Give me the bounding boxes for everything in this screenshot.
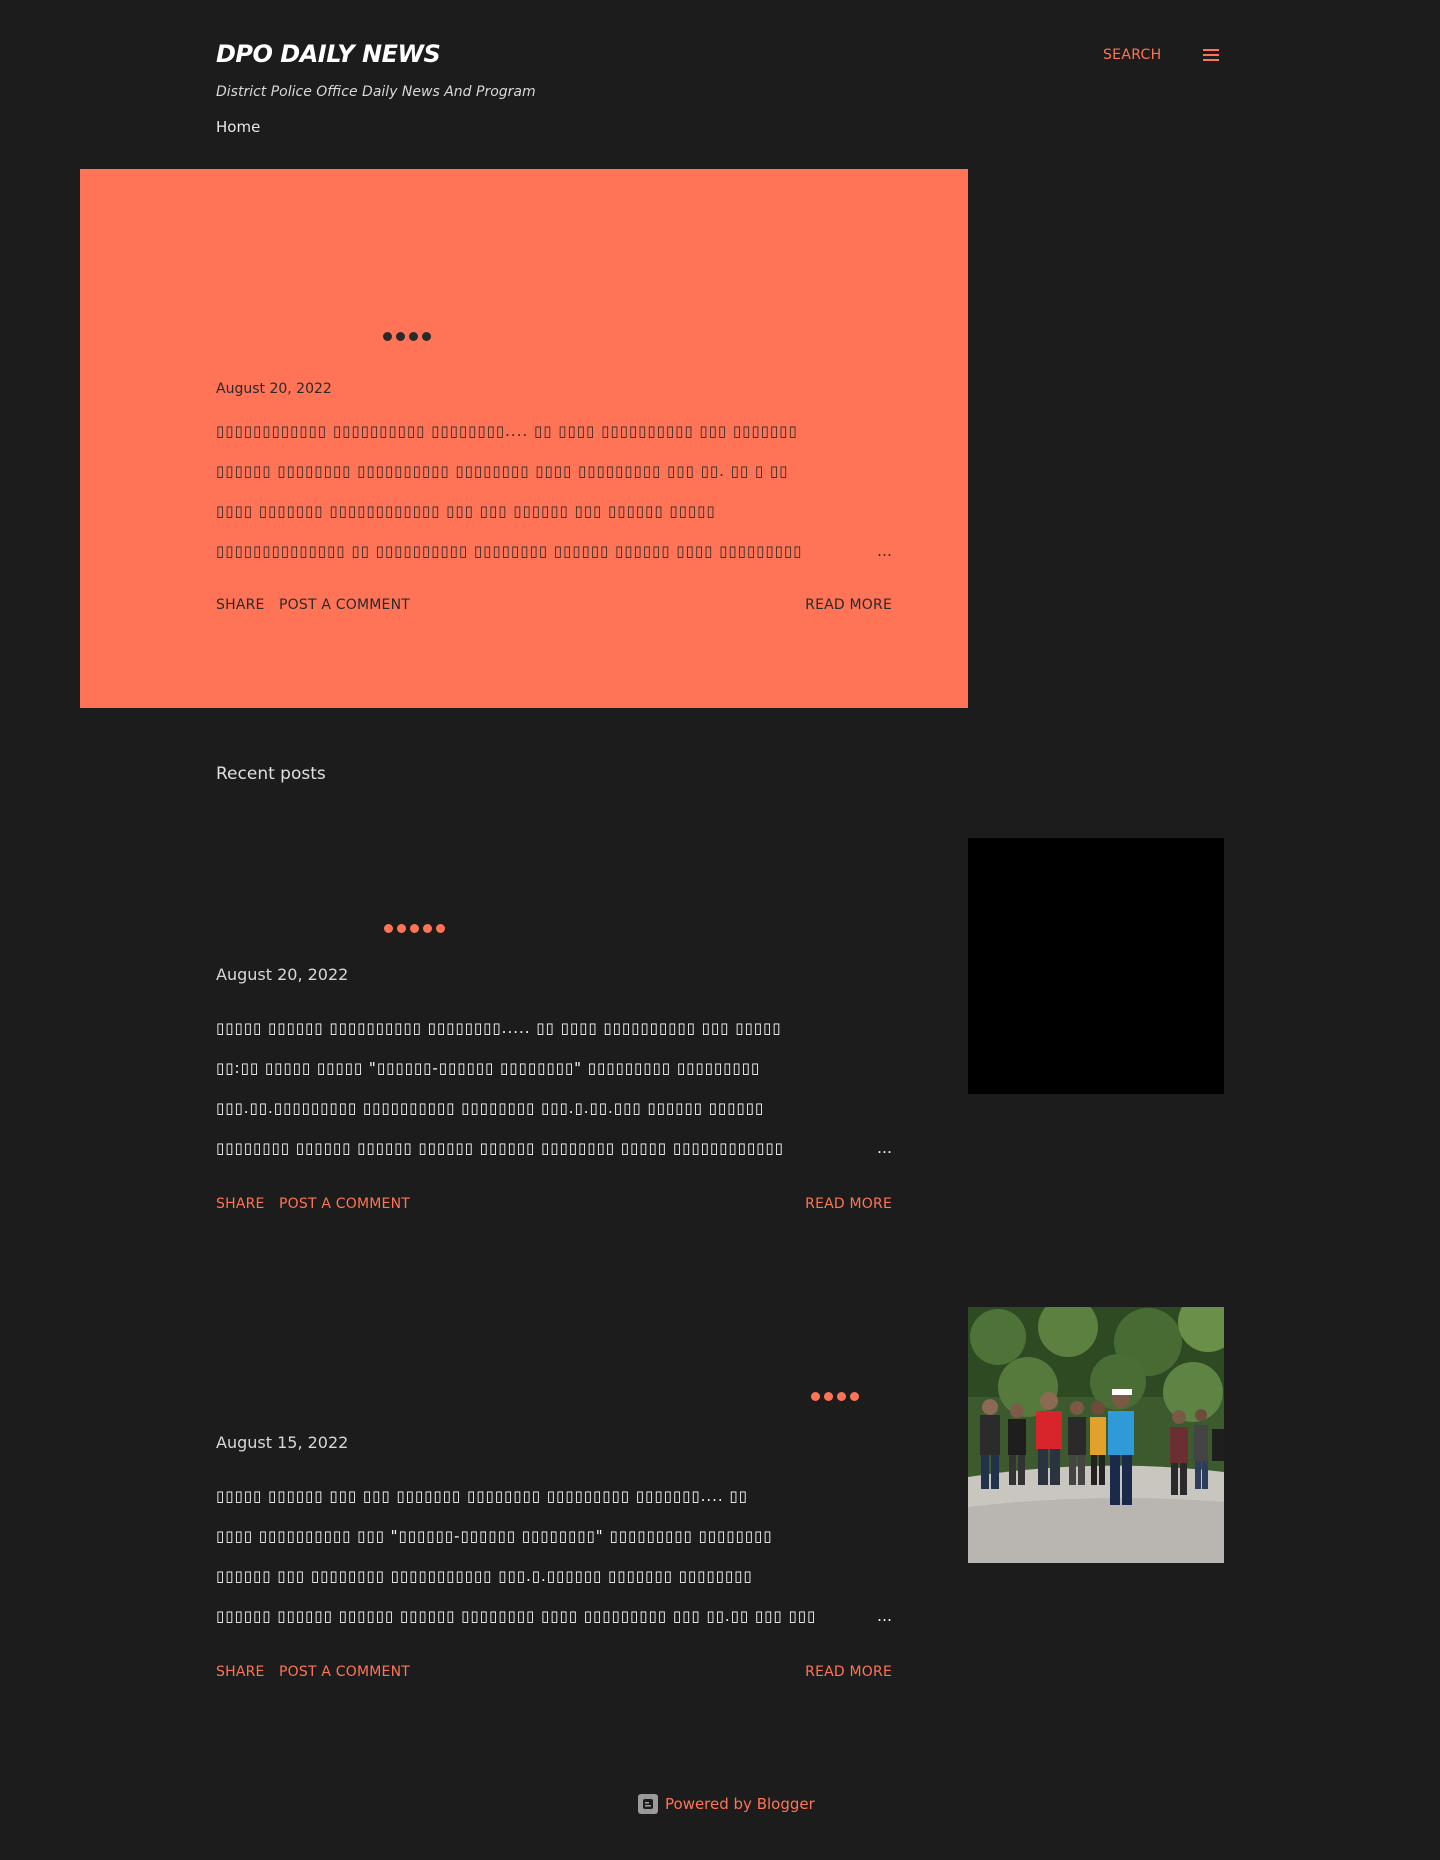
featured-post: August 20, 2022 ▯▯▯▯▯▯▯▯▯▯▯▯ ▯▯▯▯▯▯▯▯▯▯ … <box>80 169 968 708</box>
snippet-line: ▯▯▯▯ ▯▯▯▯▯▯▯ ▯▯▯▯▯▯▯▯▯▯▯▯ ▯▯▯ ▯▯▯ ▯▯▯▯▯▯… <box>216 502 716 520</box>
post-date[interactable]: August 20, 2022 <box>216 965 348 984</box>
post-title-placeholder[interactable] <box>811 1392 859 1401</box>
post-date[interactable]: August 20, 2022 <box>216 381 332 397</box>
snippet-line: ▯▯▯.▯▯.▯▯▯▯▯▯▯▯▯ ▯▯▯▯▯▯▯▯▯▯ ▯▯▯▯▯▯▯▯ ▯▯▯… <box>216 1099 765 1117</box>
snippet-line: ▯▯▯▯▯ ▯▯▯▯▯▯ ▯▯▯▯▯▯▯▯▯▯ ▯▯▯▯▯▯▯▯..... ▯▯… <box>216 1019 782 1037</box>
post-snippet: ▯▯▯▯▯ ▯▯▯▯▯▯ ▯▯▯ ▯▯▯ ▯▯▯▯▯▯▯ ▯▯▯▯▯▯▯▯ ▯▯… <box>216 1476 892 1636</box>
post-actions: SHARE POST A COMMENT READ MORE <box>216 597 892 617</box>
blogger-icon <box>638 1794 658 1814</box>
snippet-ellipsis: … <box>877 1139 892 1157</box>
powered-by-blogger-link[interactable]: Powered by Blogger <box>638 1794 815 1814</box>
post-comment-link[interactable]: POST A COMMENT <box>279 597 410 613</box>
post-title-placeholder[interactable] <box>384 924 445 933</box>
post-thumbnail[interactable] <box>968 1307 1224 1563</box>
read-more-link[interactable]: READ MORE <box>805 597 892 613</box>
post-actions: SHARE POST A COMMENT READ MORE <box>216 1196 892 1216</box>
share-button[interactable]: SHARE <box>216 1664 265 1680</box>
nav-home-link[interactable]: Home <box>216 118 260 136</box>
snippet-ellipsis: … <box>877 1607 892 1625</box>
hamburger-menu-icon[interactable] <box>1203 49 1219 62</box>
post-snippet: ▯▯▯▯▯▯▯▯▯▯▯▯ ▯▯▯▯▯▯▯▯▯▯ ▯▯▯▯▯▯▯▯.... ▯▯ … <box>216 411 892 571</box>
post-snippet: ▯▯▯▯▯ ▯▯▯▯▯▯ ▯▯▯▯▯▯▯▯▯▯ ▯▯▯▯▯▯▯▯..... ▯▯… <box>216 1008 892 1168</box>
post-date[interactable]: August 15, 2022 <box>216 1433 348 1452</box>
post-title-placeholder[interactable] <box>383 332 431 341</box>
traffic-police-photo <box>968 1307 1224 1563</box>
site-description: District Police Office Daily News And Pr… <box>216 84 536 100</box>
share-button[interactable]: SHARE <box>216 1196 265 1212</box>
post-comment-link[interactable]: POST A COMMENT <box>279 1664 410 1680</box>
post-actions: SHARE POST A COMMENT READ MORE <box>216 1664 892 1684</box>
snippet-line: ▯▯:▯▯ ▯▯▯▯▯ ▯▯▯▯▯ "▯▯▯▯▯▯-▯▯▯▯▯▯ ▯▯▯▯▯▯▯… <box>216 1059 761 1077</box>
snippet-line: ▯▯▯▯▯▯ ▯▯▯▯▯▯ ▯▯▯▯▯▯ ▯▯▯▯▯▯ ▯▯▯▯▯▯▯▯ ▯▯▯… <box>216 1607 817 1625</box>
snippet-line: ▯▯▯▯▯ ▯▯▯▯▯▯ ▯▯▯ ▯▯▯ ▯▯▯▯▯▯▯ ▯▯▯▯▯▯▯▯ ▯▯… <box>216 1487 748 1505</box>
snippet-line: ▯▯▯▯▯▯▯▯▯▯▯▯ ▯▯▯▯▯▯▯▯▯▯ ▯▯▯▯▯▯▯▯.... ▯▯ … <box>216 422 798 440</box>
snippet-line: ▯▯▯▯▯▯▯▯ ▯▯▯▯▯▯ ▯▯▯▯▯▯ ▯▯▯▯▯▯ ▯▯▯▯▯▯ ▯▯▯… <box>216 1139 784 1157</box>
recent-posts-heading: Recent posts <box>216 764 326 784</box>
site-title[interactable]: DPO DAILY NEWS <box>216 40 441 68</box>
post-comment-link[interactable]: POST A COMMENT <box>279 1196 410 1212</box>
read-more-link[interactable]: READ MORE <box>805 1664 892 1680</box>
share-button[interactable]: SHARE <box>216 597 265 613</box>
snippet-ellipsis: … <box>877 542 892 560</box>
snippet-line: ▯▯▯▯▯▯ ▯▯▯▯▯▯▯▯ ▯▯▯▯▯▯▯▯▯▯ ▯▯▯▯▯▯▯▯ ▯▯▯▯… <box>216 462 789 480</box>
footer-label: Powered by Blogger <box>665 1795 815 1813</box>
snippet-line: ▯▯▯▯▯▯▯▯▯▯▯▯▯▯ ▯▯ ▯▯▯▯▯▯▯▯▯▯ ▯▯▯▯▯▯▯▯ ▯▯… <box>216 542 803 560</box>
snippet-line: ▯▯▯▯ ▯▯▯▯▯▯▯▯▯▯ ▯▯▯ "▯▯▯▯▯▯-▯▯▯▯▯▯ ▯▯▯▯▯… <box>216 1527 773 1545</box>
snippet-line: ▯▯▯▯▯▯ ▯▯▯ ▯▯▯▯▯▯▯▯ ▯▯▯▯▯▯▯▯▯▯▯ ▯▯▯.▯.▯▯… <box>216 1567 753 1585</box>
read-more-link[interactable]: READ MORE <box>805 1196 892 1212</box>
search-button[interactable]: SEARCH <box>1103 47 1161 63</box>
post-thumbnail[interactable] <box>968 838 1224 1094</box>
